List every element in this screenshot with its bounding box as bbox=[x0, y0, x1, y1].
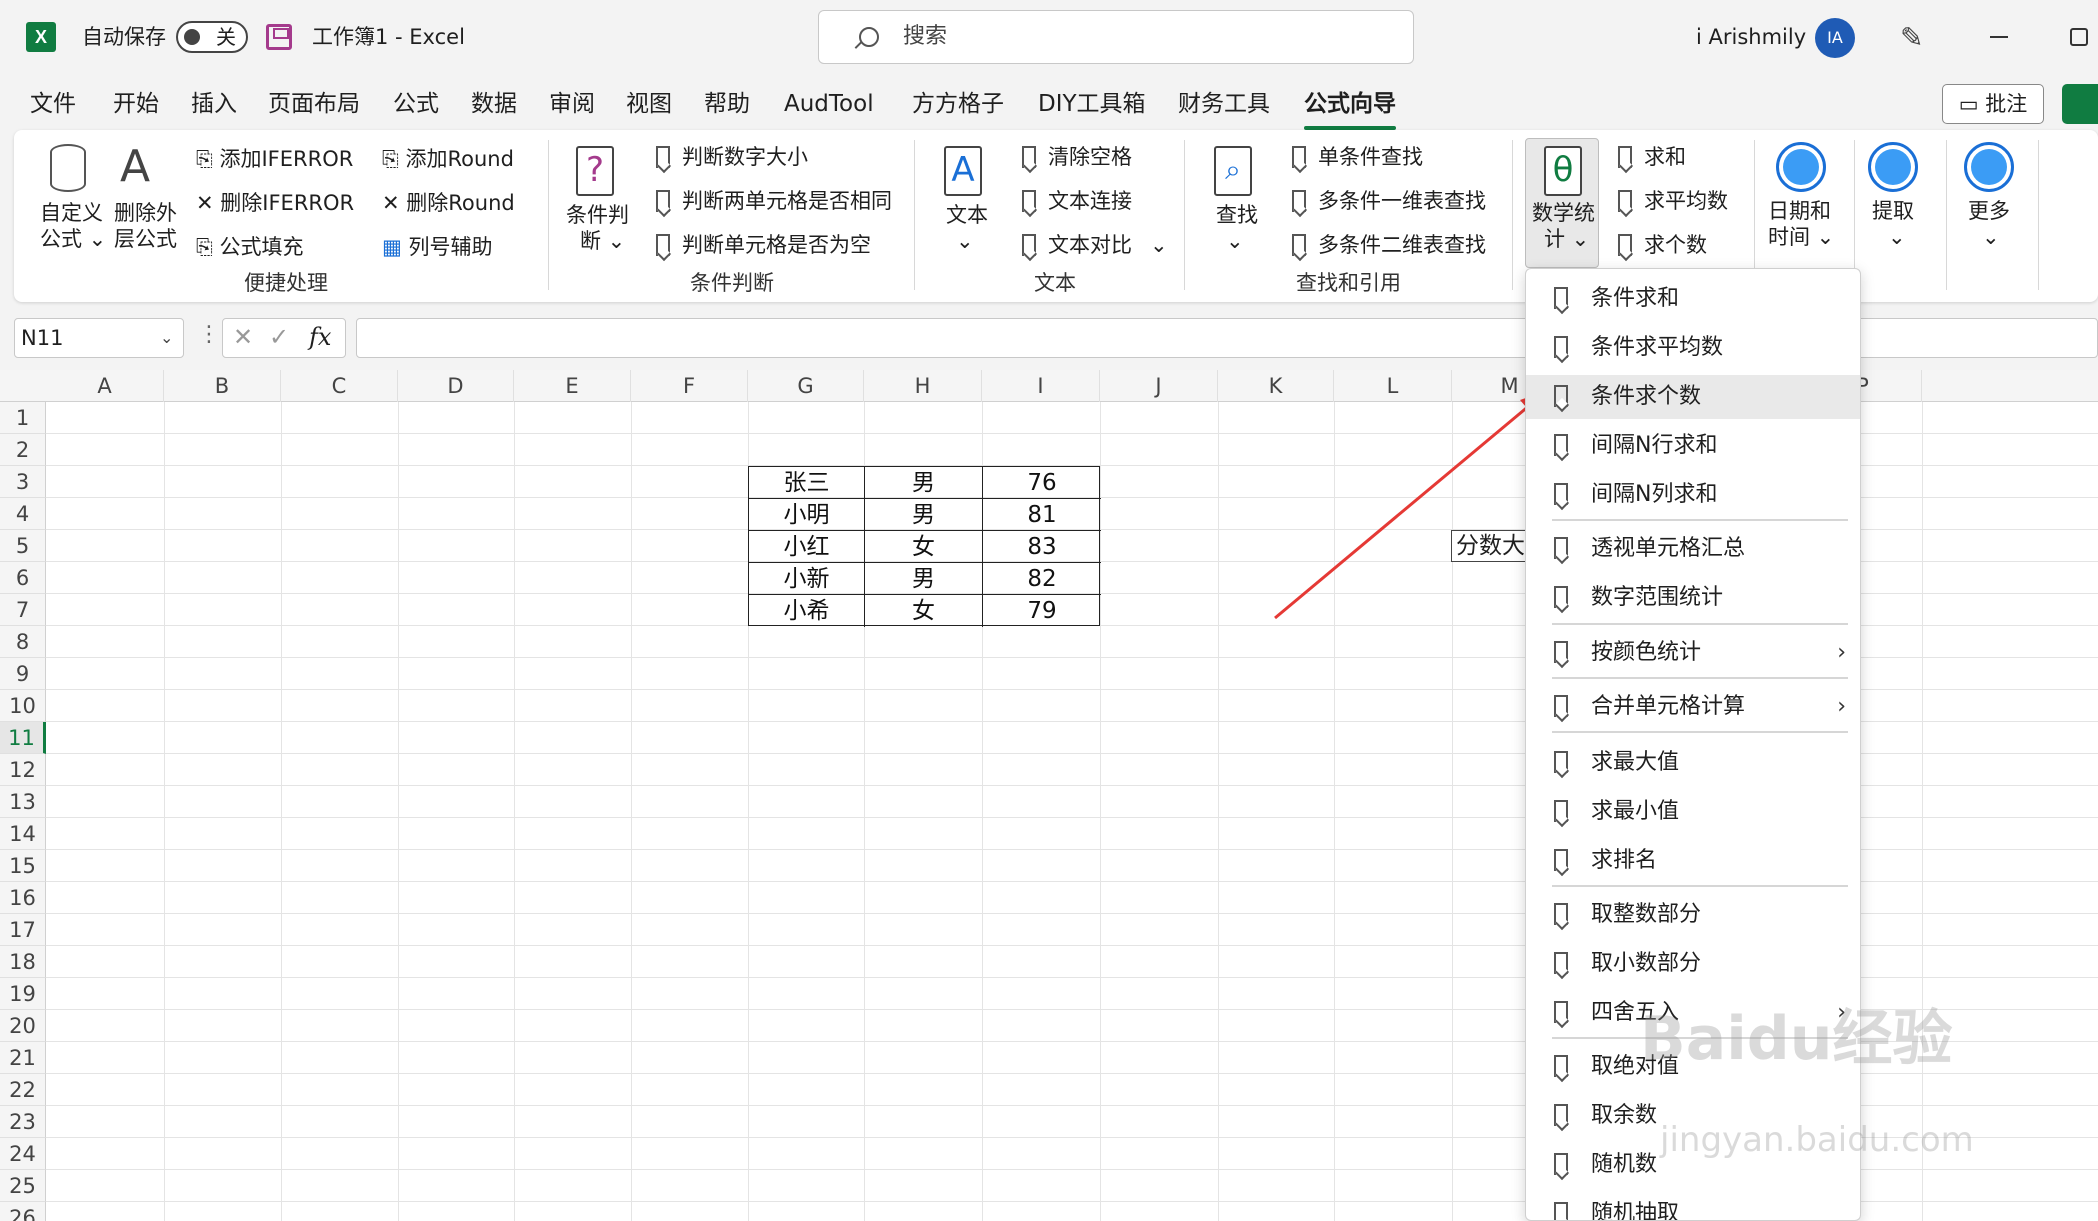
dropdown-item-label: 条件求个数 bbox=[1591, 384, 1702, 409]
dropdown-item-label: 随机数 bbox=[1591, 1152, 1658, 1177]
bookmark-icon bbox=[1554, 586, 1568, 608]
dropdown-item[interactable]: 条件求个数 bbox=[1526, 375, 1860, 419]
dropdown-item-label: 透视单元格汇总 bbox=[1591, 536, 1746, 561]
bookmark-icon bbox=[1554, 483, 1568, 505]
bookmark-icon bbox=[1554, 385, 1568, 407]
dropdown-item[interactable]: 合并单元格计算 › bbox=[1526, 685, 1860, 729]
menu-separator bbox=[1552, 623, 1848, 625]
dropdown-item[interactable]: 随机抽取 bbox=[1526, 1192, 1860, 1221]
dropdown-item[interactable]: 取整数部分 bbox=[1526, 893, 1860, 937]
dropdown-item[interactable]: 透视单元格汇总 bbox=[1526, 527, 1860, 571]
dropdown-item[interactable]: 取小数部分 bbox=[1526, 942, 1860, 986]
chevron-right-icon: › bbox=[1837, 694, 1846, 719]
bookmark-icon bbox=[1554, 537, 1568, 559]
bookmark-icon bbox=[1554, 641, 1568, 663]
dropdown-item-label: 取余数 bbox=[1591, 1103, 1658, 1128]
dropdown-item-label: 求最小值 bbox=[1591, 799, 1680, 824]
bookmark-icon bbox=[1554, 903, 1568, 925]
dropdown-item-label: 取小数部分 bbox=[1591, 951, 1702, 976]
dropdown-item[interactable]: 间隔N行求和 bbox=[1526, 424, 1860, 468]
dropdown-item-label: 条件求和 bbox=[1591, 286, 1680, 311]
dropdown-item-label: 求排名 bbox=[1591, 848, 1658, 873]
watermark-url: jingyan.baidu.com bbox=[1660, 1120, 1974, 1160]
bookmark-icon bbox=[1554, 336, 1568, 358]
bookmark-icon bbox=[1554, 1153, 1568, 1175]
dropdown-item[interactable]: 求最小值 bbox=[1526, 790, 1860, 834]
dropdown-item[interactable]: 间隔N列求和 bbox=[1526, 473, 1860, 517]
menu-separator bbox=[1552, 519, 1848, 521]
bookmark-icon bbox=[1554, 1202, 1568, 1220]
bookmark-icon bbox=[1554, 287, 1568, 309]
bookmark-icon bbox=[1554, 800, 1568, 822]
dropdown-item[interactable]: 求排名 bbox=[1526, 839, 1860, 883]
dropdown-item[interactable]: 数字范围统计 bbox=[1526, 576, 1860, 620]
dropdown-item-label: 间隔N列求和 bbox=[1591, 482, 1718, 507]
dropdown-item-label: 数字范围统计 bbox=[1591, 585, 1724, 610]
arrow-line bbox=[1274, 403, 1531, 620]
dropdown-item-label: 条件求平均数 bbox=[1591, 335, 1724, 360]
bookmark-icon bbox=[1554, 849, 1568, 871]
bookmark-icon bbox=[1554, 952, 1568, 974]
dropdown-item-label: 随机抽取 bbox=[1591, 1201, 1680, 1221]
bookmark-icon bbox=[1554, 1055, 1568, 1077]
dropdown-item-label: 间隔N行求和 bbox=[1591, 433, 1718, 458]
dropdown-item[interactable]: 条件求和 bbox=[1526, 277, 1860, 321]
watermark-logo: Baidu经验 bbox=[1640, 1004, 1953, 1074]
bookmark-icon bbox=[1554, 1104, 1568, 1126]
dropdown-item-label: 按颜色统计 bbox=[1591, 640, 1702, 665]
dropdown-item[interactable]: 按颜色统计 › bbox=[1526, 631, 1860, 675]
menu-separator bbox=[1552, 677, 1848, 679]
bookmark-icon bbox=[1554, 695, 1568, 717]
dropdown-item[interactable]: 条件求平均数 bbox=[1526, 326, 1860, 370]
menu-separator bbox=[1552, 731, 1848, 733]
bookmark-icon bbox=[1554, 751, 1568, 773]
chevron-right-icon: › bbox=[1837, 640, 1846, 665]
bookmark-icon bbox=[1554, 434, 1568, 456]
dropdown-item-label: 求最大值 bbox=[1591, 750, 1680, 775]
menu-separator bbox=[1552, 885, 1848, 887]
dropdown-item-label: 取整数部分 bbox=[1591, 902, 1702, 927]
dropdown-item[interactable]: 求最大值 bbox=[1526, 741, 1860, 785]
dropdown-item-label: 合并单元格计算 bbox=[1591, 694, 1746, 719]
math-stats-dropdown: 条件求和条件求平均数 条件求个数间隔N行求和 间隔N列求和透视单元格汇总 数字范围统计… bbox=[1525, 268, 1861, 1221]
bookmark-icon bbox=[1554, 1001, 1568, 1023]
